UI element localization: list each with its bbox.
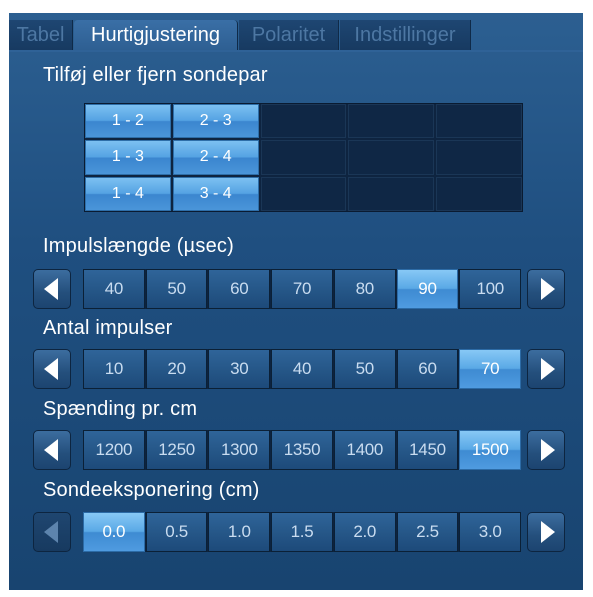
probe-pair-button[interactable]: 1 - 3 [85,140,171,175]
probe-pair-grid: 1 - 22 - 31 - 32 - 41 - 43 - 4 [84,103,523,212]
probe-pair-empty-slot [348,176,435,211]
exposure-option[interactable]: 3.0 [459,512,522,552]
tab-tabel[interactable]: Tabel [9,20,73,50]
probe-pair-empty-slot [436,104,522,139]
arrow-left-icon [43,521,58,543]
pulse-count-option[interactable]: 10 [83,349,145,389]
probe-pair-button[interactable]: 2 - 3 [172,104,259,139]
pulse-length-prev-button[interactable] [33,269,71,309]
pulse-length-option[interactable]: 60 [208,269,271,309]
pulse-count-prev-button[interactable] [33,349,71,389]
probe-pair-empty-slot [260,104,347,139]
pulse-length-options: 40 50 60 70 80 90 100 [83,269,522,309]
voltage-options: 1200 1250 1300 1350 1400 1450 1500 [83,430,522,470]
exposure-option[interactable]: 1.5 [271,512,333,552]
exposure-selector: 0.0 0.5 1.0 1.5 2.0 2.5 3.0 [33,512,565,552]
exposure-next-button[interactable] [527,512,565,552]
pulse-count-option[interactable]: 60 [396,349,459,389]
exposure-option[interactable]: 0.5 [145,512,208,552]
exposure-options: 0.0 0.5 1.0 1.5 2.0 2.5 3.0 [83,512,522,552]
pulse-count-next-button[interactable] [527,349,565,389]
pulse-length-option[interactable]: 80 [333,269,396,309]
pulse-length-option[interactable]: 70 [271,269,333,309]
pulse-length-selector: 40 50 60 70 80 90 100 [33,269,565,309]
exposure-option[interactable]: 0.0 [83,512,145,552]
probe-pair-empty-slot [260,176,347,211]
arrow-left-icon [43,358,58,380]
tab-indstillinger[interactable]: Indstillinger [340,20,471,50]
probe-pair-button[interactable]: 3 - 4 [172,176,259,211]
probe-pair-button[interactable]: 1 - 4 [85,176,171,211]
probe-pair-empty-slot [436,140,522,175]
probe-pair-button[interactable]: 1 - 2 [85,104,171,139]
arrow-left-icon [43,439,58,461]
probe-pair-button[interactable]: 2 - 4 [172,140,259,175]
quick-adjust-panel: Tabel Hurtigjustering Polaritet Indstill… [9,13,583,590]
pulse-length-option[interactable]: 90 [396,269,459,309]
probe-pair-empty-slot [260,140,347,175]
pulse-count-selector: 10 20 30 40 50 60 70 [33,349,565,389]
voltage-title: Spænding pr. cm [43,398,198,420]
tab-bar: Tabel Hurtigjustering Polaritet Indstill… [9,20,583,50]
arrow-right-icon [540,439,555,461]
pulse-count-options: 10 20 30 40 50 60 70 [83,349,522,389]
arrow-right-icon [540,278,555,300]
arrow-right-icon [540,358,555,380]
voltage-next-button[interactable] [527,430,565,470]
tab-polaritet[interactable]: Polaritet [239,20,339,50]
tab-underline [9,50,583,52]
pulse-length-next-button[interactable] [527,269,565,309]
pulse-length-option[interactable]: 100 [459,269,522,309]
pulse-count-option[interactable]: 20 [145,349,208,389]
probe-pair-empty-slot [436,176,522,211]
probe-pair-empty-slot [348,140,435,175]
exposure-option[interactable]: 1.0 [208,512,271,552]
voltage-option[interactable]: 1350 [271,430,333,470]
pulse-length-option[interactable]: 40 [83,269,145,309]
tab-hurtigjustering[interactable]: Hurtigjustering [74,20,238,50]
exposure-option[interactable]: 2.0 [333,512,396,552]
arrow-right-icon [540,521,555,543]
voltage-option[interactable]: 1250 [145,430,208,470]
exposure-option[interactable]: 2.5 [396,512,459,552]
arrow-left-icon [43,278,58,300]
probe-pair-empty-slot [348,104,435,139]
voltage-option[interactable]: 1400 [333,430,396,470]
pulse-length-option[interactable]: 50 [145,269,208,309]
exposure-prev-button[interactable] [33,512,71,552]
pulse-count-title: Antal impulser [43,317,173,339]
pulse-count-option[interactable]: 50 [333,349,396,389]
probe-pairs-title: Tilføj eller fjern sondepar [43,64,268,86]
voltage-selector: 1200 1250 1300 1350 1400 1450 1500 [33,430,565,470]
voltage-option[interactable]: 1200 [83,430,145,470]
pulse-count-option[interactable]: 30 [208,349,271,389]
voltage-option[interactable]: 1500 [459,430,522,470]
pulse-count-option[interactable]: 70 [459,349,522,389]
pulse-count-option[interactable]: 40 [271,349,333,389]
voltage-option[interactable]: 1300 [208,430,271,470]
voltage-prev-button[interactable] [33,430,71,470]
exposure-title: Sondeeksponering (cm) [43,479,260,501]
pulse-length-title: Impulslængde (µsec) [43,235,234,257]
voltage-option[interactable]: 1450 [396,430,459,470]
